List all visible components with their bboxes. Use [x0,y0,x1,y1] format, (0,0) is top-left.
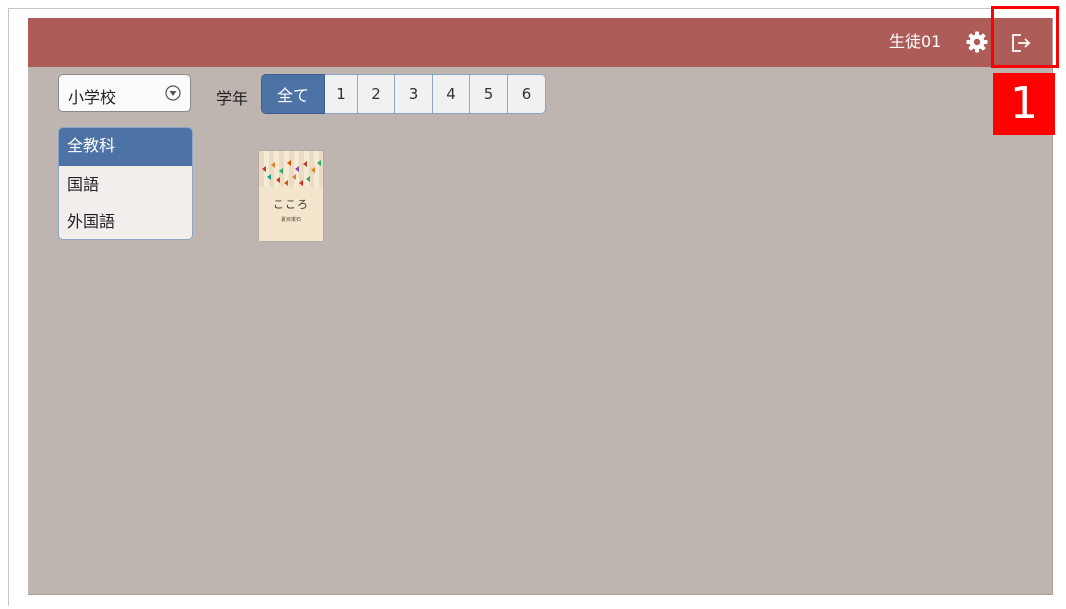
butterflies-icon [262,160,321,186]
book-title: こころ [273,198,309,211]
subject-item-all[interactable]: 全教科 [59,128,192,166]
grade-filter: 全て 1 2 3 4 5 6 [261,74,546,114]
grade-button-4[interactable]: 4 [433,74,470,114]
school-level-value: 小学校 [68,88,117,107]
grade-button-6[interactable]: 6 [508,74,546,114]
app-container: 生徒01 小学校 学年 全て 1 2 3 4 5 6 全教科 国語 外国語 ここ… [28,18,1053,595]
logout-highlight-box [991,6,1059,68]
gear-icon[interactable] [965,30,989,54]
grade-button-2[interactable]: 2 [358,74,395,114]
grade-button-5[interactable]: 5 [470,74,508,114]
book-cover[interactable]: こころ 夏目漱石 [259,151,323,241]
header-bar: 生徒01 [28,18,1052,67]
subject-item-japanese[interactable]: 国語 [59,166,192,203]
grade-label: 学年 [216,89,249,108]
book-author: 夏目漱石 [280,217,301,223]
username: 生徒01 [889,32,942,51]
school-level-select[interactable]: 小学校 [58,74,191,112]
grade-button-all[interactable]: 全て [261,74,325,114]
grade-button-3[interactable]: 3 [395,74,433,114]
chevron-down-circle-icon [165,85,181,101]
subject-list: 全教科 国語 外国語 [58,127,193,240]
subject-item-foreign-language[interactable]: 外国語 [59,203,192,239]
step-number-badge: 1 [993,73,1055,135]
grade-button-1[interactable]: 1 [325,74,358,114]
